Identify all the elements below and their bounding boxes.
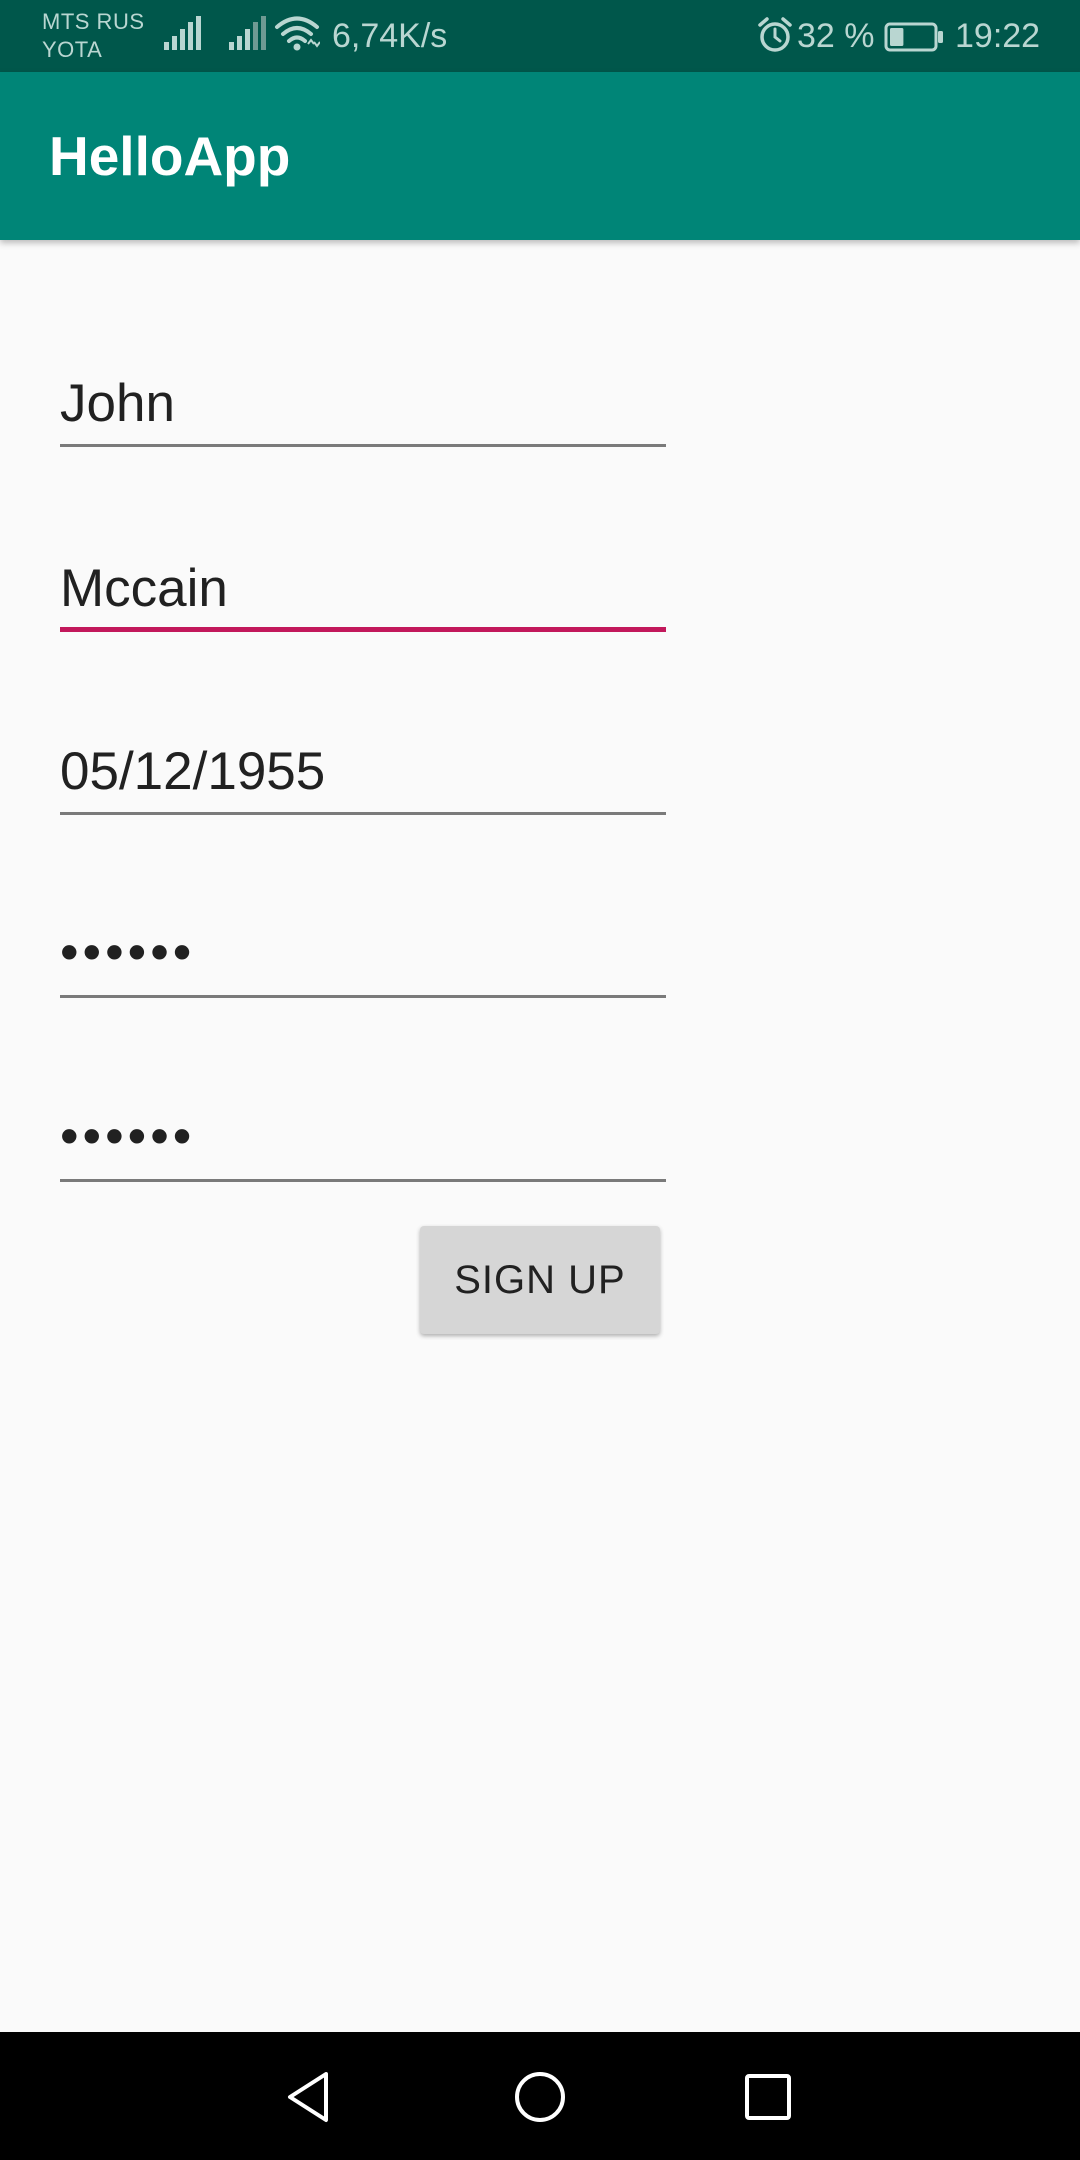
carrier-1: MTS RUS (42, 9, 145, 34)
field-underline (60, 444, 666, 447)
password-field[interactable]: •••••• (60, 908, 666, 998)
battery-percent: 32 % (797, 17, 875, 55)
app-title: HelloApp (49, 125, 291, 187)
field-underline-focused (60, 627, 666, 632)
alarm-icon (758, 17, 792, 52)
sign-up-button[interactable]: SIGN UP (420, 1226, 660, 1334)
wifi-icon (275, 16, 320, 51)
clock: 19:22 (955, 17, 1041, 55)
field-underline (60, 812, 666, 815)
birth-date-field[interactable]: 05/12/1955 (60, 725, 666, 815)
first-name-field[interactable]: John (60, 357, 666, 447)
birth-date-value: 05/12/1955 (60, 742, 326, 801)
field-underline (60, 1179, 666, 1182)
back-icon[interactable] (274, 2062, 344, 2132)
confirm-password-field[interactable]: •••••• (60, 1092, 666, 1182)
field-underline (60, 995, 666, 998)
screen: MTS RUS YOTA 6,74K/s 32 % 19:22 HelloApp… (0, 0, 1080, 2160)
signal-icon (164, 16, 201, 50)
password-value: •••••• (60, 923, 196, 982)
navigation-bar (0, 2032, 1080, 2160)
status-bar: MTS RUS YOTA 6,74K/s 32 % 19:22 (0, 0, 1080, 72)
signal-icon (229, 16, 266, 50)
battery-icon (884, 22, 943, 52)
last-name-value: Mccain (60, 559, 228, 618)
home-icon[interactable] (505, 2062, 575, 2132)
carrier-2: YOTA (42, 37, 103, 62)
confirm-password-value: •••••• (60, 1107, 196, 1166)
last-name-field[interactable]: Mccain (60, 542, 666, 632)
network-speed: 6,74K/s (332, 17, 448, 55)
app-bar: HelloApp (0, 72, 1080, 240)
carrier-names: MTS RUS YOTA (42, 8, 145, 64)
first-name-value: John (60, 374, 175, 433)
recents-icon[interactable] (733, 2062, 803, 2132)
